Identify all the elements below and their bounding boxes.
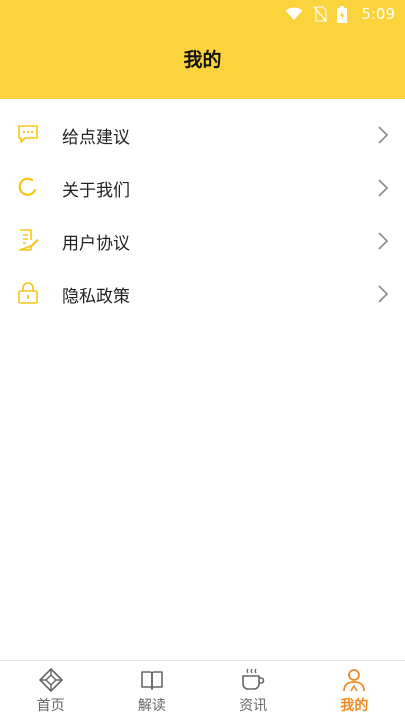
chevron-right-icon bbox=[378, 232, 389, 250]
chevron-right-icon bbox=[378, 179, 389, 197]
diamond-compass-icon bbox=[38, 667, 63, 693]
no-sim-icon bbox=[313, 6, 327, 22]
menu-item-label: 用户协议 bbox=[62, 234, 130, 254]
tab-label: 解读 bbox=[137, 698, 166, 714]
tab-label: 资讯 bbox=[239, 698, 268, 714]
status-bar: 5:09 bbox=[0, 0, 405, 28]
menu-list: 给点建议 关于我们 用户协议 隐私政策 bbox=[0, 109, 405, 321]
message-icon bbox=[18, 125, 38, 143]
page-title: 我的 bbox=[183, 49, 222, 71]
menu-item-user-agreement[interactable]: 用户协议 bbox=[0, 215, 405, 268]
lock-icon bbox=[18, 282, 38, 304]
book-icon bbox=[141, 671, 163, 690]
tab-home[interactable]: 首页 bbox=[0, 661, 101, 720]
tab-mine[interactable]: 我的 bbox=[304, 661, 405, 720]
battery-icon bbox=[337, 5, 348, 23]
chevron-right-icon bbox=[378, 126, 389, 144]
status-time: 5:09 bbox=[361, 5, 395, 23]
user-icon bbox=[343, 669, 366, 692]
document-edit-icon bbox=[19, 229, 39, 251]
tab-news[interactable]: 资讯 bbox=[203, 661, 304, 720]
menu-item-label: 给点建议 bbox=[62, 128, 130, 148]
menu-item-privacy-policy[interactable]: 隐私政策 bbox=[0, 268, 405, 321]
tab-analysis[interactable]: 解读 bbox=[101, 661, 202, 720]
menu-item-label: 隐私政策 bbox=[62, 287, 130, 307]
tab-label: 首页 bbox=[36, 698, 65, 714]
circle-icon bbox=[18, 177, 37, 196]
header: 5:09 我的 bbox=[0, 0, 405, 99]
wifi-icon bbox=[285, 7, 303, 20]
tab-label: 我的 bbox=[340, 698, 369, 714]
coffee-cup-icon bbox=[242, 668, 265, 690]
chevron-right-icon bbox=[378, 285, 389, 303]
bottom-tab-bar: 首页 解读 资讯 我的 bbox=[0, 660, 405, 720]
menu-item-feedback[interactable]: 给点建议 bbox=[0, 109, 405, 162]
menu-item-label: 关于我们 bbox=[62, 181, 130, 201]
menu-item-about[interactable]: 关于我们 bbox=[0, 162, 405, 215]
